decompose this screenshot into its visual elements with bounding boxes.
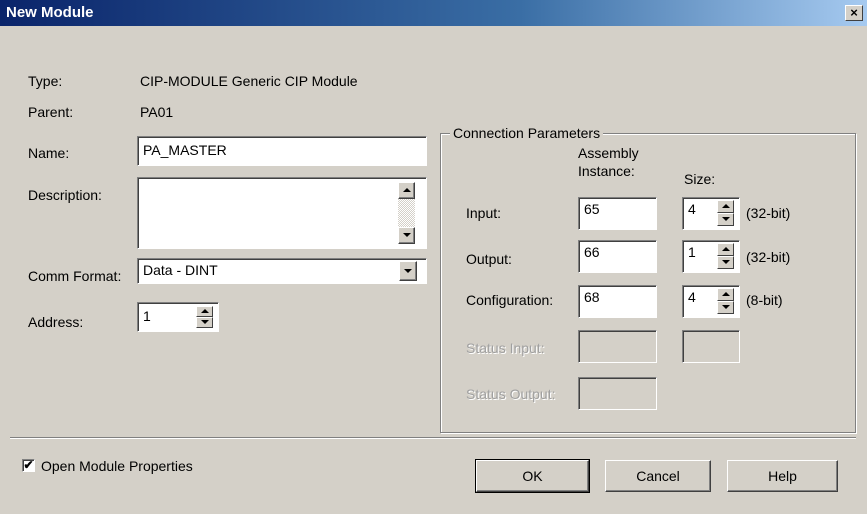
configuration-size-value: 4 xyxy=(688,289,696,305)
input-size-spin-down[interactable] xyxy=(717,213,734,226)
status-output-label: Status Output: xyxy=(466,386,556,402)
name-input-value: PA_MASTER xyxy=(143,142,227,158)
close-icon: × xyxy=(850,5,858,20)
address-spin-down[interactable] xyxy=(196,317,213,328)
arrow-up-icon xyxy=(722,247,730,251)
status-input-label: Status Input: xyxy=(466,340,545,356)
arrow-up-icon xyxy=(403,188,411,192)
status-output-instance-field xyxy=(578,377,657,410)
output-size-value: 1 xyxy=(688,244,696,260)
comm-format-dropdown-button[interactable] xyxy=(399,261,417,281)
address-value: 1 xyxy=(143,308,151,324)
checkmark-icon: ✔ xyxy=(23,458,34,472)
scroll-up-button[interactable] xyxy=(398,182,415,199)
configuration-size-spin-up[interactable] xyxy=(717,288,734,301)
chevron-down-icon xyxy=(404,269,412,273)
parent-value: PA01 xyxy=(140,104,174,120)
assembly-header-line1: Assembly xyxy=(578,145,639,161)
comm-format-select[interactable]: Data - DINT xyxy=(137,258,427,284)
size-header: Size: xyxy=(684,171,716,187)
arrow-up-icon xyxy=(722,204,730,208)
open-module-properties-label[interactable]: Open Module Properties xyxy=(41,458,193,474)
output-size-spin-down[interactable] xyxy=(717,256,734,269)
input-instance-value: 65 xyxy=(584,201,600,217)
configuration-size-spin-down[interactable] xyxy=(717,301,734,314)
output-unit: (32-bit) xyxy=(746,249,791,265)
type-value: CIP-MODULE Generic CIP Module xyxy=(140,73,358,89)
cancel-button[interactable]: Cancel xyxy=(605,460,711,492)
description-label: Description: xyxy=(28,187,102,203)
close-button[interactable]: × xyxy=(845,5,863,21)
input-size-spin-up[interactable] xyxy=(717,200,734,213)
arrow-up-icon xyxy=(722,292,730,296)
configuration-label: Configuration: xyxy=(466,292,554,308)
output-instance-value: 66 xyxy=(584,244,600,260)
input-instance-field[interactable]: 65 xyxy=(578,197,657,230)
help-button[interactable]: Help xyxy=(727,460,838,492)
open-module-properties-checkbox[interactable]: ✔ xyxy=(22,459,35,472)
output-size-spin-up[interactable] xyxy=(717,243,734,256)
arrow-up-icon xyxy=(201,309,209,313)
arrow-down-icon xyxy=(201,320,209,324)
arrow-down-icon xyxy=(403,233,411,237)
name-input[interactable]: PA_MASTER xyxy=(137,136,427,166)
scroll-down-button[interactable] xyxy=(398,227,415,244)
input-size-value: 4 xyxy=(688,201,696,217)
description-textarea[interactable] xyxy=(137,177,427,249)
output-instance-field[interactable]: 66 xyxy=(578,240,657,273)
status-input-size-field xyxy=(682,330,740,363)
input-unit: (32-bit) xyxy=(746,205,791,221)
comm-format-label: Comm Format: xyxy=(28,268,122,284)
parent-label: Parent: xyxy=(28,104,74,120)
arrow-down-icon xyxy=(722,217,730,221)
arrow-down-icon xyxy=(722,260,730,264)
arrow-down-icon xyxy=(722,305,730,309)
assembly-header-line2: Instance: xyxy=(578,163,635,179)
input-label: Input: xyxy=(466,205,502,221)
comm-format-value: Data - DINT xyxy=(143,262,218,278)
title-bar: New Module × xyxy=(0,0,867,26)
type-label: Type: xyxy=(28,73,63,89)
window-title: New Module xyxy=(6,4,94,21)
status-input-instance-field xyxy=(578,330,657,363)
configuration-instance-value: 68 xyxy=(584,289,600,305)
ok-button[interactable]: OK xyxy=(475,459,590,493)
name-label: Name: xyxy=(28,145,70,161)
output-label: Output: xyxy=(466,251,512,267)
connection-parameters-title: Connection Parameters xyxy=(450,125,604,141)
footer-separator xyxy=(10,437,856,439)
address-label: Address: xyxy=(28,314,84,330)
configuration-instance-field[interactable]: 68 xyxy=(578,285,657,318)
address-spin-up[interactable] xyxy=(196,306,213,317)
configuration-unit: (8-bit) xyxy=(746,292,783,308)
